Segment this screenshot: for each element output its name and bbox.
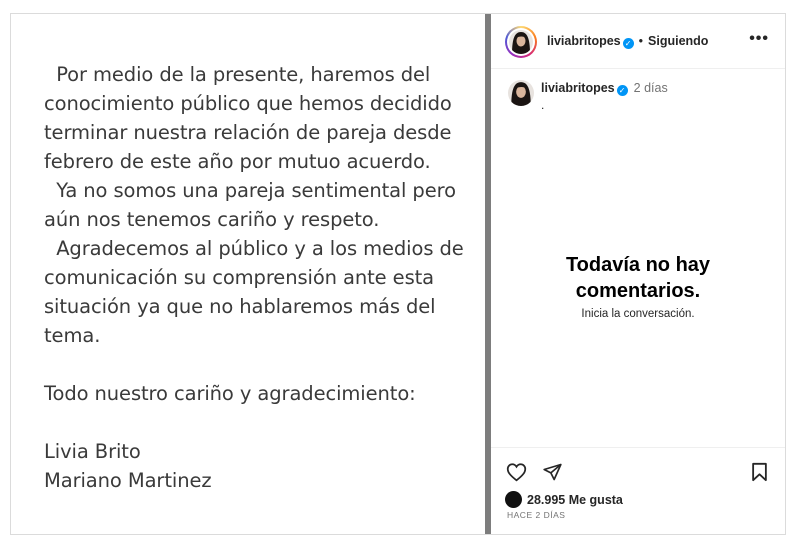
liker-avatar [505,491,522,508]
statement-line: febrero de este año por mutuo acuerdo. [44,150,431,173]
avatar[interactable] [509,30,533,54]
post-sidebar: liviabritopes ✓ • Siguiendo ••• liviabritop… [491,14,785,534]
statement-line: comunicación su comprensión ante esta [44,266,435,289]
statement-line: conocimiento público que hemos decidido [44,92,452,115]
likes-count[interactable]: 28.995 Me gusta [505,491,623,508]
statement-line: situación ya que no hablaremos más del [44,295,436,318]
post-header: liviabritopes ✓ • Siguiendo ••• [491,14,785,69]
actions-divider [491,447,785,448]
statement-line: aún nos tenemos cariño y respeto. [44,208,380,231]
separator-dot: • [638,34,644,48]
statement-line [44,350,484,379]
statement-line: tema. [44,324,101,347]
paper-plane-icon[interactable] [542,462,563,487]
more-horizontal-icon[interactable]: ••• [749,30,769,48]
heart-icon[interactable] [506,462,527,487]
caption-avatar[interactable] [508,80,534,106]
statement-line: Por medio de la presente, haremos del [44,63,431,86]
verified-badge-icon: ✓ [616,85,628,96]
statement-line: Agradecemos al público y a los medios de [44,237,464,260]
statement-line: Mariano Martinez [44,469,212,492]
no-comments-title-line1: Todavía no hay [565,254,711,276]
caption-text: . [541,98,545,112]
statement-line: terminar nuestra relación de pareja desd… [44,121,452,144]
bookmark-icon[interactable] [751,462,768,487]
likes-text[interactable]: 28.995 Me gusta [527,493,623,507]
avatar-story-ring[interactable] [505,26,537,58]
verified-badge-icon: ✓ [622,38,634,49]
no-comments-subtitle: Inicia la conversación. [581,308,695,320]
statement-text: Por medio de la presente, haremos del con… [44,60,484,495]
post-image: Por medio de la presente, haremos del con… [11,14,486,534]
statement-line: Ya no somos una pareja sentimental pero [44,179,456,202]
statement-line [44,408,484,437]
no-comments-title-line2: comentarios. [575,280,701,302]
statement-line: Livia Brito [44,440,141,463]
caption-username[interactable]: liviabritopes [541,81,615,95]
post-timestamp[interactable]: HACE 2 DÍAS [507,510,565,520]
header-username[interactable]: liviabritopes [547,34,621,48]
following-button[interactable]: Siguiendo [648,34,708,48]
statement-line: Todo nuestro cariño y agradecimiento: [44,382,416,405]
no-comments-title: Todavía no hay comentarios. [491,252,785,304]
caption-time[interactable]: 2 días [634,81,668,95]
